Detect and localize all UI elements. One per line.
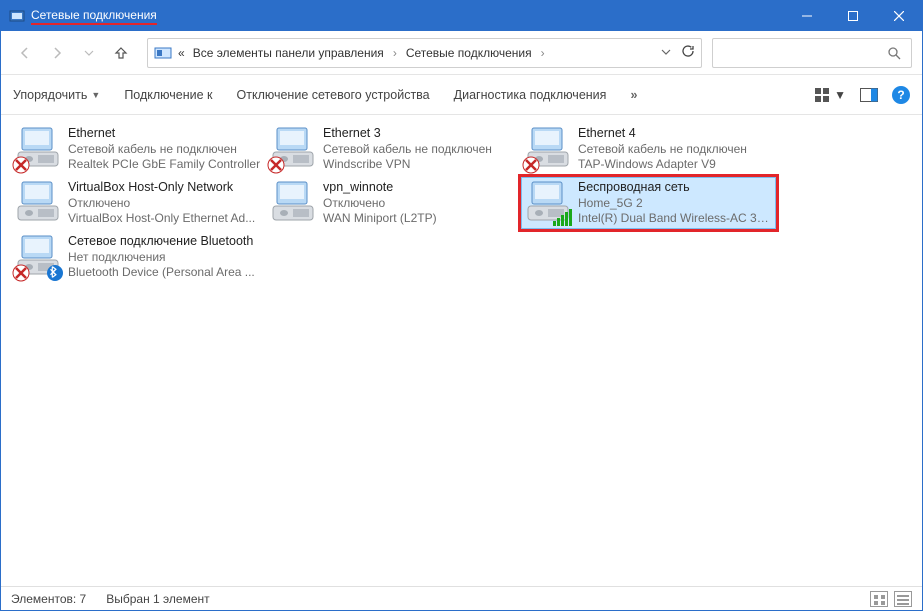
preview-pane-button[interactable] xyxy=(860,88,878,102)
connect-to-button[interactable]: Подключение к xyxy=(124,88,212,102)
connection-status: Сетевой кабель не подключен xyxy=(578,142,747,157)
address-bar[interactable]: « Все элементы панели управления › Сетев… xyxy=(147,38,702,68)
connection-status: Home_5G 2 xyxy=(578,196,769,211)
refresh-button[interactable] xyxy=(681,44,695,61)
connection-name: Ethernet 4 xyxy=(578,126,747,142)
connection-name: Ethernet xyxy=(68,126,260,142)
connection-status: Сетевой кабель не подключен xyxy=(68,142,260,157)
window-title: Сетевые подключения xyxy=(31,8,157,25)
breadcrumb-prefix: « xyxy=(176,46,187,60)
connection-name: vpn_winnote xyxy=(323,180,437,196)
control-panel-icon xyxy=(154,44,172,62)
connection-status: Отключено xyxy=(68,196,255,211)
bluetooth-overlay-icon xyxy=(46,264,64,282)
connection-item-ethernet4[interactable]: Ethernet 4Сетевой кабель не подключенTAP… xyxy=(521,123,776,175)
connection-item-bt[interactable]: Сетевое подключение BluetoothНет подключ… xyxy=(11,231,266,283)
connection-name: VirtualBox Host-Only Network xyxy=(68,180,255,196)
connection-item-vpn[interactable]: vpn_winnoteОтключеноWAN Miniport (L2TP) xyxy=(266,177,521,229)
connection-device: TAP-Windows Adapter V9 xyxy=(578,157,747,172)
overflow-button[interactable]: » xyxy=(630,88,637,102)
breadcrumb-item[interactable]: Сетевые подключения xyxy=(404,46,534,60)
connection-status: Сетевой кабель не подключен xyxy=(323,142,492,157)
disconnected-overlay-icon xyxy=(12,264,30,282)
connection-name: Сетевое подключение Bluetooth xyxy=(68,234,255,250)
chevron-right-icon[interactable]: › xyxy=(390,46,400,60)
connection-device: Realtek PCIe GbE Family Controller xyxy=(68,157,260,172)
chevron-right-icon[interactable]: › xyxy=(538,46,548,60)
layout-thumbnails-button[interactable] xyxy=(870,591,888,607)
diagnose-button[interactable]: Диагностика подключения xyxy=(454,88,607,102)
up-button[interactable] xyxy=(107,39,135,67)
titlebar: Сетевые подключения xyxy=(1,1,922,31)
search-input[interactable] xyxy=(712,38,912,68)
connection-item-vbox[interactable]: VirtualBox Host-Only NetworkОтключеноVir… xyxy=(11,177,266,229)
connection-device: WAN Miniport (L2TP) xyxy=(323,211,437,226)
nav-row: « Все элементы панели управления › Сетев… xyxy=(1,31,922,75)
window-icon xyxy=(9,8,25,24)
disable-device-button[interactable]: Отключение сетевого устройства xyxy=(237,88,430,102)
connection-name: Ethernet 3 xyxy=(323,126,492,142)
organize-button[interactable]: Упорядочить▼ xyxy=(13,88,100,102)
connection-status: Нет подключения xyxy=(68,250,255,265)
wifi-signal-icon xyxy=(553,209,572,226)
connection-device: Windscribe VPN xyxy=(323,157,492,172)
view-options-button[interactable]: ▼ xyxy=(815,88,846,102)
disconnected-overlay-icon xyxy=(267,156,285,174)
connection-device: Bluetooth Device (Personal Area ... xyxy=(68,265,255,280)
help-button[interactable]: ? xyxy=(892,86,910,104)
back-button[interactable] xyxy=(11,39,39,67)
connection-device: VirtualBox Host-Only Ethernet Ad... xyxy=(68,211,255,226)
network-adapter-icon xyxy=(271,180,317,226)
network-adapter-icon xyxy=(526,126,572,172)
network-adapter-icon xyxy=(16,180,62,226)
network-adapter-icon xyxy=(526,180,572,226)
search-icon xyxy=(887,46,901,60)
maximize-button[interactable] xyxy=(830,1,876,31)
connection-device: Intel(R) Dual Band Wireless-AC 31... xyxy=(578,211,769,226)
content-area[interactable]: EthernetСетевой кабель не подключенRealt… xyxy=(1,115,922,586)
connection-item-ethernet3[interactable]: Ethernet 3Сетевой кабель не подключенWin… xyxy=(266,123,521,175)
minimize-button[interactable] xyxy=(784,1,830,31)
selection-count-label: Выбран 1 элемент xyxy=(106,592,209,606)
network-adapter-icon xyxy=(16,126,62,172)
recent-locations-button[interactable] xyxy=(75,39,103,67)
breadcrumb-item[interactable]: Все элементы панели управления xyxy=(191,46,386,60)
connection-name: Беспроводная сеть xyxy=(578,180,769,196)
disconnected-overlay-icon xyxy=(12,156,30,174)
network-adapter-icon xyxy=(271,126,317,172)
command-bar: Упорядочить▼ Подключение к Отключение се… xyxy=(1,75,922,115)
connection-item-ethernet[interactable]: EthernetСетевой кабель не подключенRealt… xyxy=(11,123,266,175)
item-count-label: Элементов: 7 xyxy=(11,592,86,606)
disconnected-overlay-icon xyxy=(522,156,540,174)
layout-details-button[interactable] xyxy=(894,591,912,607)
status-bar: Элементов: 7 Выбран 1 элемент xyxy=(1,586,922,610)
close-button[interactable] xyxy=(876,1,922,31)
connection-item-wifi[interactable]: Беспроводная сетьHome_5G 2Intel(R) Dual … xyxy=(521,177,776,229)
network-adapter-icon xyxy=(16,234,62,280)
forward-button[interactable] xyxy=(43,39,71,67)
connection-status: Отключено xyxy=(323,196,437,211)
history-dropdown-button[interactable] xyxy=(661,46,671,60)
